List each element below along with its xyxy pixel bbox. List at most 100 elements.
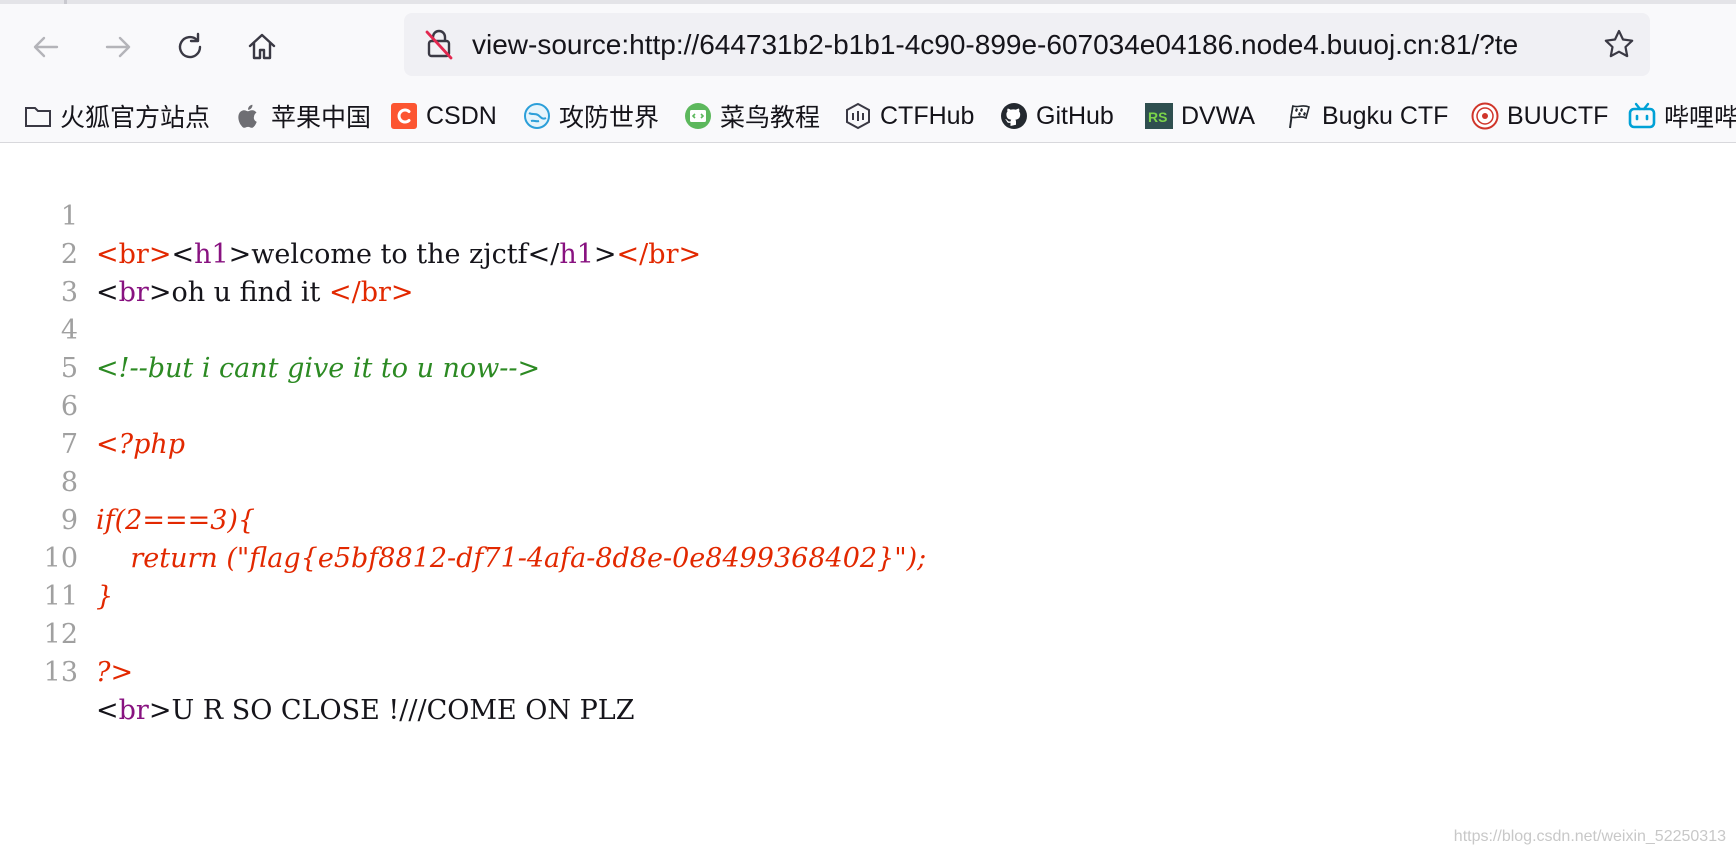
- tag-bracket: >: [228, 239, 252, 270]
- bookmark-star-icon[interactable]: [1602, 27, 1636, 61]
- text-content: welcome to the zjctf: [251, 239, 528, 270]
- tag-name: h1: [194, 239, 229, 270]
- runoob-icon: [684, 102, 712, 130]
- flag-icon: [1286, 102, 1314, 130]
- php-close-tag[interactable]: ?>: [96, 654, 133, 692]
- watermark: https://blog.csdn.net/weixin_52250313: [1453, 828, 1726, 845]
- text-content: U R SO CLOSE !///COME ON PLZ: [171, 695, 635, 726]
- bookmark-label: Bugku CTF: [1322, 101, 1449, 130]
- bookmark-label: 菜鸟教程: [720, 104, 821, 132]
- tag-bracket: <: [171, 239, 195, 270]
- source-line-11: 11: [0, 540, 78, 612]
- bookmark-label: 哔哩哔: [1664, 104, 1736, 132]
- back-button[interactable]: [24, 26, 68, 68]
- bookmark-adworld[interactable]: 攻防世界: [523, 96, 659, 136]
- reload-icon: [178, 32, 202, 59]
- address-bar[interactable]: view-source:http://644731b2-b1b1-4c90-89…: [404, 13, 1650, 76]
- url-text[interactable]: view-source:http://644731b2-b1b1-4c90-89…: [472, 13, 1592, 76]
- tab-strip: [0, 0, 1736, 4]
- source-line-13: 13 <br>U R SO CLOSE !///COME ON PLZ: [0, 616, 635, 726]
- insecure-lock-icon[interactable]: [422, 27, 456, 61]
- svg-text:RS: RS: [1148, 109, 1167, 125]
- tag-name: br: [118, 239, 149, 270]
- php-code-flag[interactable]: return ("flag{e5bf8812-df71-4afa-8d8e-0e…: [96, 540, 926, 578]
- bookmark-label: 苹果中国: [271, 104, 372, 132]
- tag-bracket: >: [390, 277, 414, 308]
- back-arrow-icon: [33, 36, 59, 58]
- tag-bracket: >: [148, 695, 172, 726]
- source-line-9: 9 return ("flag{e5bf8812-df71-4afa-8d8e-…: [0, 464, 926, 574]
- browser-toolbar: view-source:http://644731b2-b1b1-4c90-89…: [0, 0, 1736, 92]
- source-line-6: 6 <?php: [0, 350, 185, 460]
- globe-icon: [523, 102, 551, 130]
- source-line-1: 1 <br><h1>welcome to the zjctf</h1></br>: [0, 160, 701, 270]
- html-comment[interactable]: <!--but i cant give it to u now-->: [96, 350, 540, 388]
- bookmark-dvwa[interactable]: RS DVWA: [1145, 96, 1255, 136]
- bookmark-label: 攻防世界: [559, 104, 660, 132]
- tag-bracket: <: [96, 239, 119, 270]
- bookmark-buuctf[interactable]: BUUCTF: [1471, 96, 1608, 136]
- tag-bracket: <: [96, 695, 119, 726]
- url-fade: [1524, 13, 1594, 76]
- tag-name: br: [118, 277, 149, 308]
- line-number: 13: [43, 657, 78, 688]
- bookmark-label: CSDN: [426, 101, 497, 130]
- apple-icon: [235, 102, 263, 130]
- bookmark-bugku[interactable]: Bugku CTF: [1286, 96, 1448, 136]
- tag-bracket: >: [678, 239, 702, 270]
- bookmark-bilibili[interactable]: 哔哩哔: [1628, 96, 1736, 136]
- text-content: oh u find it: [171, 277, 329, 308]
- bookmark-label: DVWA: [1181, 101, 1256, 130]
- source-line-3: 3: [0, 236, 78, 308]
- tag-bracket: >: [593, 239, 617, 270]
- bookmark-csdn[interactable]: CSDN: [390, 96, 497, 136]
- source-line-12: 12 ?>: [0, 578, 133, 688]
- tag-name: br: [360, 277, 391, 308]
- source-line-8: 8 if(2===3){: [0, 426, 255, 536]
- ctfhub-icon: [844, 102, 872, 130]
- home-icon: [248, 33, 276, 60]
- bookmark-ctfhub[interactable]: CTFHub: [844, 96, 974, 136]
- php-code[interactable]: }: [96, 578, 113, 616]
- tag-bracket: </: [616, 239, 649, 270]
- bookmark-firefox-official[interactable]: 火狐官方站点: [24, 96, 210, 136]
- forward-arrow-icon: [105, 36, 131, 58]
- dvwa-icon: RS: [1145, 102, 1173, 130]
- tag-bracket: <: [96, 277, 119, 308]
- tag-name: br: [648, 239, 679, 270]
- buuctf-icon: [1471, 102, 1499, 130]
- source-line-5: 5: [0, 312, 78, 384]
- tab-edge: [64, 0, 67, 4]
- line-code[interactable]: <br><h1>welcome to the zjctf</h1></br>: [96, 236, 701, 274]
- source-view: 1 <br><h1>welcome to the zjctf</h1></br>…: [0, 143, 1736, 854]
- csdn-icon: [390, 102, 418, 130]
- home-button[interactable]: [240, 26, 284, 68]
- php-code[interactable]: if(2===3){: [96, 502, 255, 540]
- bookmark-label: GitHub: [1036, 101, 1114, 130]
- php-open-tag[interactable]: <?php: [96, 426, 185, 464]
- bookmark-runoob[interactable]: 菜鸟教程: [684, 96, 820, 136]
- source-line-10: 10 }: [0, 502, 114, 612]
- github-icon: [1000, 102, 1028, 130]
- line-code[interactable]: <br>U R SO CLOSE !///COME ON PLZ: [96, 692, 635, 730]
- source-line-4: 4 <!--but i cant give it to u now-->: [0, 274, 540, 384]
- reload-button[interactable]: [168, 26, 212, 68]
- bilibili-icon: [1628, 102, 1656, 130]
- bookmark-label: 火狐官方站点: [60, 104, 211, 132]
- source-line-2: 2 <br>oh u find it </br>: [0, 198, 414, 308]
- source-line-7: 7: [0, 388, 78, 460]
- tag-name: br: [118, 695, 149, 726]
- bookmarks-toolbar: 火狐官方站点 苹果中国 CSDN 攻防世界 菜鸟教程 CTFHub GitHub…: [0, 92, 1736, 143]
- bookmark-label: CTFHub: [880, 101, 975, 130]
- bookmark-label: BUUCTF: [1507, 101, 1609, 130]
- tag-bracket: </: [527, 239, 560, 270]
- tag-bracket: >: [148, 277, 172, 308]
- bookmark-apple-china[interactable]: 苹果中国: [235, 96, 371, 136]
- forward-button[interactable]: [96, 26, 140, 68]
- tag-bracket: </: [328, 277, 361, 308]
- bookmark-github[interactable]: GitHub: [1000, 96, 1114, 136]
- line-code[interactable]: <br>oh u find it </br>: [96, 274, 414, 312]
- tag-name: h1: [559, 239, 594, 270]
- tag-bracket: >: [148, 239, 172, 270]
- folder-icon: [24, 102, 52, 130]
